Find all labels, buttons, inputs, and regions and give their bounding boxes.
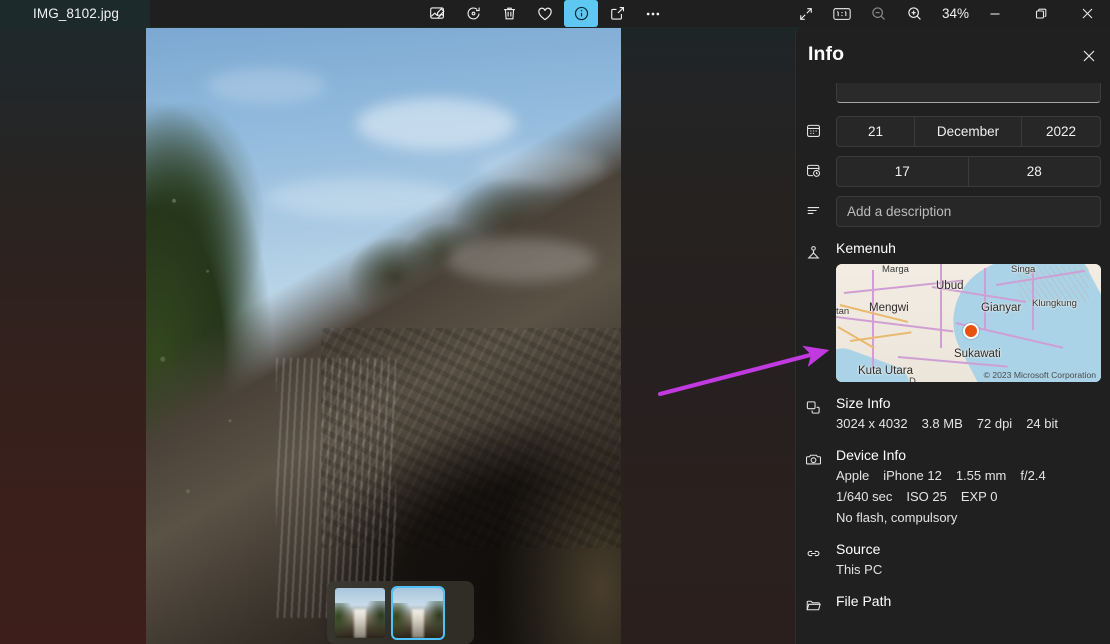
map-label: Marga — [882, 264, 909, 275]
map-label: Gianyar — [981, 302, 1021, 314]
filename-input[interactable] — [836, 83, 1101, 103]
description-placeholder: Add a description — [847, 204, 951, 219]
actual-size-icon[interactable] — [826, 0, 858, 27]
device-info-row: Device Info Apple iPhone 12 1.55 mm f/2.… — [796, 445, 1110, 528]
link-icon — [805, 539, 836, 565]
file-path-row: File Path — [796, 591, 1110, 617]
filename-field-clipped — [796, 83, 1110, 105]
device-focal-length: 1.55 mm — [956, 465, 1007, 486]
calendar-icon — [805, 116, 836, 142]
time-minute[interactable]: 28 — [969, 157, 1101, 186]
close-icon[interactable] — [1064, 0, 1110, 27]
description-input[interactable]: Add a description — [836, 196, 1101, 227]
map-label: Ubud — [936, 280, 964, 292]
info-panel: Info 21 — [795, 27, 1110, 644]
view-controls: 34% — [790, 0, 977, 27]
map-attribution: © 2023 Microsoft Corporation — [984, 370, 1096, 380]
device-iso: ISO 25 — [906, 486, 946, 507]
share-icon[interactable] — [600, 0, 634, 27]
edit-image-icon[interactable] — [420, 0, 454, 27]
fullscreen-icon[interactable] — [790, 0, 822, 27]
camera-icon — [805, 445, 836, 471]
description-lines-icon — [805, 196, 836, 222]
device-flash: No flash, compulsory — [836, 507, 1101, 528]
device-exposure: EXP 0 — [961, 486, 998, 507]
clock-calendar-icon — [805, 156, 836, 182]
device-model: iPhone 12 — [883, 465, 942, 486]
photo-foliage-texture — [146, 148, 286, 588]
size-dimensions: 3024 x 4032 — [836, 413, 908, 434]
device-info-line-1: Apple iPhone 12 1.55 mm f/2.4 — [836, 465, 1101, 486]
folder-icon — [805, 591, 836, 617]
size-info-values: 3024 x 4032 3.8 MB 72 dpi 24 bit — [836, 413, 1101, 434]
delete-icon[interactable] — [492, 0, 526, 27]
map-label: D — [909, 376, 916, 382]
date-day[interactable]: 21 — [837, 117, 915, 146]
device-info-line-2: 1/640 sec ISO 25 EXP 0 — [836, 486, 1101, 507]
list-item[interactable] — [335, 588, 385, 638]
title-bar: IMG_8102.jpg — [0, 0, 1110, 27]
time-row: 17 28 — [796, 156, 1110, 187]
description-row: Add a description — [796, 196, 1110, 227]
photo-image — [146, 28, 621, 644]
info-panel-body: 21 December 2022 — [796, 83, 1110, 644]
map-label: Kuta Utara — [858, 365, 913, 377]
photos-app-window: IMG_8102.jpg — [0, 0, 1110, 644]
map-label: Klungkung — [1032, 298, 1077, 309]
date-field[interactable]: 21 December 2022 — [836, 116, 1101, 147]
size-info-row: Size Info 3024 x 4032 3.8 MB 72 dpi 24 b… — [796, 393, 1110, 434]
close-icon[interactable] — [1074, 43, 1104, 69]
location-name: Kemenuh — [836, 238, 1101, 258]
photo-rock-texture — [321, 328, 621, 548]
source-row: Source This PC — [796, 539, 1110, 580]
device-aperture: f/2.4 — [1020, 465, 1045, 486]
info-panel-title: Info — [808, 43, 844, 66]
date-row: 21 December 2022 — [796, 116, 1110, 147]
map-location-marker — [963, 323, 979, 339]
favorite-icon[interactable] — [528, 0, 562, 27]
location-map[interactable]: Ubud Gianyar Klungkung Mengwi tan Sukawati Kut… — [836, 264, 1101, 382]
photo-toolbar — [420, 0, 670, 27]
date-year[interactable]: 2022 — [1022, 117, 1100, 146]
map-label: Sukawati — [954, 348, 1001, 360]
map-label: tan — [836, 306, 849, 317]
size-bitdepth: 24 bit — [1026, 413, 1058, 434]
map-label: Mengwi — [869, 302, 909, 314]
photo-viewport[interactable] — [146, 28, 621, 644]
zoom-in-icon[interactable] — [898, 0, 930, 27]
more-options-icon[interactable] — [636, 0, 670, 27]
info-panel-header: Info — [796, 27, 1110, 83]
device-shutter-speed: 1/640 sec — [836, 486, 892, 507]
date-month[interactable]: December — [915, 117, 1022, 146]
source-value: This PC — [836, 559, 1101, 580]
info-icon[interactable] — [564, 0, 598, 27]
device-make: Apple — [836, 465, 869, 486]
list-item[interactable] — [393, 588, 443, 638]
size-filesize: 3.8 MB — [922, 413, 963, 434]
time-hour[interactable]: 17 — [837, 157, 969, 186]
time-field[interactable]: 17 28 — [836, 156, 1101, 187]
minimize-icon[interactable] — [972, 0, 1018, 27]
filmstrip[interactable] — [327, 581, 474, 644]
source-label: Source — [836, 539, 1101, 559]
rotate-icon[interactable] — [456, 0, 490, 27]
size-info-icon — [805, 393, 836, 419]
zoom-level-label: 34% — [934, 6, 977, 21]
restore-icon[interactable] — [1018, 0, 1064, 27]
window-controls — [972, 0, 1110, 27]
size-info-label: Size Info — [836, 393, 1101, 413]
size-dpi: 72 dpi — [977, 413, 1012, 434]
zoom-out-icon[interactable] — [862, 0, 894, 27]
map-label: Singa — [1011, 264, 1035, 275]
page-title: IMG_8102.jpg — [33, 0, 119, 27]
location-pin-icon — [805, 238, 836, 264]
location-row: Kemenuh — [796, 238, 1110, 382]
device-info-label: Device Info — [836, 445, 1101, 465]
file-path-label: File Path — [836, 591, 1101, 611]
